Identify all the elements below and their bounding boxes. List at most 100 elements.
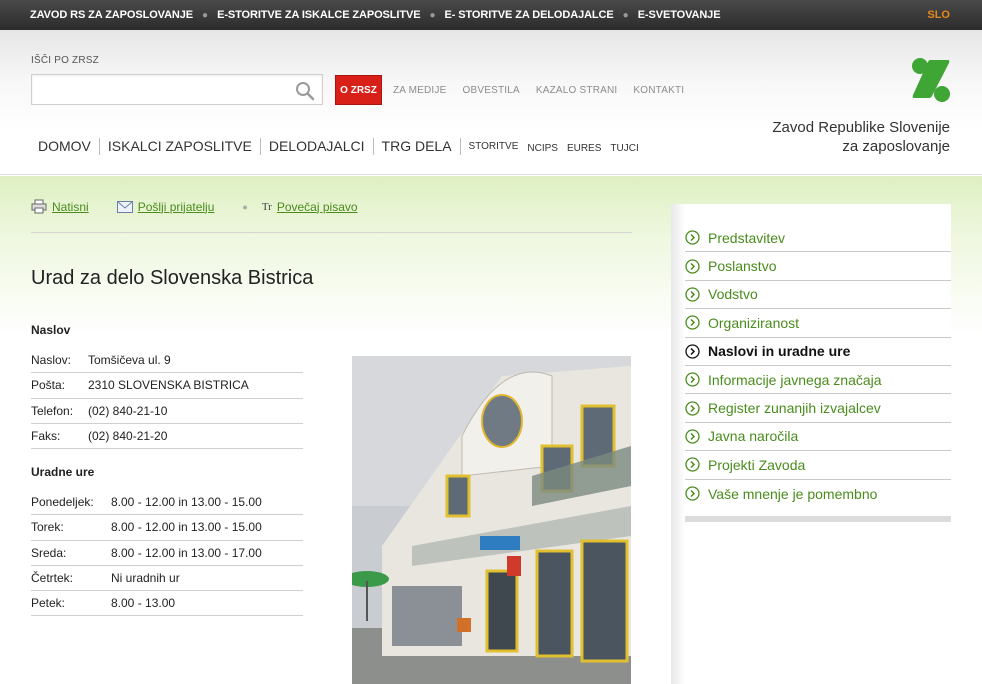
- top-link-zavod[interactable]: ZAVOD RS ZA ZAPOSLOVANJE: [30, 9, 193, 21]
- sidebar-item-label[interactable]: Javna naročila: [708, 428, 798, 444]
- nav-eures[interactable]: EURES: [567, 143, 601, 154]
- sidebar-menu: Predstavitev Poslanstvo Vodstvo Organizi…: [685, 224, 951, 508]
- sidebar-item-label[interactable]: Organiziranost: [708, 315, 799, 331]
- sidebar-item-javna-narocila[interactable]: Javna naročila: [685, 423, 951, 452]
- separator-dot: ●: [202, 9, 209, 21]
- sidebar-footer-bar: [685, 516, 951, 522]
- circle-arrow-icon: [685, 344, 700, 359]
- sidebar-item-predstavitev[interactable]: Predstavitev: [685, 224, 951, 253]
- main-nav: DOMOV ISKALCI ZAPOSLITVE DELODAJALCI TRG…: [38, 138, 639, 155]
- page-title: Urad za delo Slovenska Bistrica: [31, 267, 314, 289]
- sidebar-item-informacije-javnega-znacaja[interactable]: Informacije javnega značaja: [685, 366, 951, 395]
- header-link-za-medije[interactable]: ZA MEDIJE: [393, 85, 446, 96]
- hours-value: 8.00 - 12.00 in 13.00 - 15.00: [111, 495, 262, 510]
- sidebar-item-projekti-zavoda[interactable]: Projekti Zavoda: [685, 451, 951, 480]
- table-row: Pošta: 2310 SLOVENSKA BISTRICA: [31, 373, 303, 399]
- day-label: Četrtek:: [31, 571, 74, 586]
- address-table: Naslov: Tomšičeva ul. 9 Pošta: 2310 SLOVEN…: [31, 348, 303, 450]
- hours-value: 8.00 - 13.00: [111, 596, 176, 611]
- enlarge-font-link[interactable]: Povečaj pisavo: [277, 200, 358, 214]
- circle-arrow-icon: [685, 372, 700, 387]
- printer-icon: [31, 199, 47, 214]
- circle-arrow-icon: [685, 258, 700, 274]
- address-value: Tomšičeva ul. 9: [88, 353, 171, 368]
- nav-delodajalci[interactable]: DELODAJALCI: [259, 138, 373, 155]
- nav-iskalci-zaposlitve[interactable]: ISKALCI ZAPOSLITVE: [98, 138, 260, 155]
- table-row: Faks: (02) 840-21-20: [31, 424, 303, 450]
- address-label: Naslov:: [31, 353, 72, 368]
- separator-dot: ●: [622, 9, 629, 21]
- header-link-kontakti[interactable]: KONTAKTI: [633, 85, 684, 96]
- sidebar-item-label[interactable]: Informacije javnega značaja: [708, 372, 882, 388]
- circle-arrow-icon: [685, 486, 700, 501]
- logo-text-line1: Zavod Republike Slovenije: [772, 119, 950, 136]
- zrsz-logo[interactable]: [910, 56, 952, 104]
- table-row: Petek: 8.00 - 13.00: [31, 591, 303, 617]
- sidebar-item-organiziranost[interactable]: Organiziranost: [685, 309, 951, 338]
- top-links: ZAVOD RS ZA ZAPOSLOVANJE ● E-STORITVE ZA…: [30, 0, 721, 30]
- header-link-obvestila[interactable]: OBVESTILA: [462, 85, 519, 96]
- language-switch[interactable]: SLO: [927, 9, 950, 21]
- sidebar-item-register-zunanjih-izvajalcev[interactable]: Register zunanjih izvajalcev: [685, 394, 951, 423]
- table-row: Telefon: (02) 840-21-10: [31, 399, 303, 424]
- separator-dot: ●: [429, 9, 436, 21]
- nav-trg-dela[interactable]: TRG DELA: [372, 138, 460, 155]
- nav-ncips[interactable]: NCIPS: [527, 143, 558, 154]
- phone-label: Telefon:: [31, 403, 74, 418]
- nav-tujci[interactable]: TUJCI: [610, 143, 638, 154]
- logo-text-line2: za zaposlovanje: [842, 138, 950, 155]
- send-to-friend-link[interactable]: Pošlji prijatelju: [138, 200, 215, 214]
- sidebar-item-label[interactable]: Projekti Zavoda: [708, 457, 805, 473]
- header-links: ZA MEDIJE OBVESTILA KAZALO STRANI KONTAK…: [393, 85, 700, 96]
- sidebar-item-label[interactable]: Register zunanjih izvajalcev: [708, 400, 881, 416]
- send-tool: Pošlji prijatelju: [116, 200, 215, 214]
- sidebar: Predstavitev Poslanstvo Vodstvo Organizi…: [671, 204, 951, 684]
- print-link[interactable]: Natisni: [52, 200, 89, 214]
- table-row: Četrtek: Ni uradnih ur: [31, 566, 303, 592]
- address-heading: Naslov: [31, 323, 71, 337]
- page-tools: Natisni Pošlji prijatelju ● Tr Povečaj p…: [31, 199, 386, 214]
- table-row: Naslov: Tomšičeva ul. 9: [31, 348, 303, 374]
- font-size-tool: Tr Povečaj pisavo: [262, 200, 358, 214]
- o-zrsz-button[interactable]: O ZRSZ: [335, 75, 382, 105]
- text-size-icon: Tr: [261, 200, 272, 213]
- table-row: Torek: 8.00 - 12.00 in 13.00 - 15.00: [31, 515, 303, 541]
- day-label: Torek:: [31, 520, 64, 535]
- circle-arrow-icon: [685, 230, 700, 245]
- top-link-esvetovanje[interactable]: E-SVETOVANJE: [638, 9, 721, 21]
- sidebar-item-poslanstvo[interactable]: Poslanstvo: [685, 252, 951, 281]
- top-bar: ZAVOD RS ZA ZAPOSLOVANJE ● E-STORITVE ZA…: [0, 0, 982, 30]
- circle-arrow-icon: [685, 429, 700, 444]
- nav-storitve[interactable]: STORITVE: [459, 138, 518, 155]
- search-icon[interactable]: [295, 81, 315, 101]
- sidebar-item-naslovi-in-uradne-ure[interactable]: Naslovi in uradne ure: [685, 338, 951, 366]
- phone-value: (02) 840-21-10: [88, 403, 168, 418]
- circle-arrow-icon: [685, 457, 700, 472]
- fax-value: (02) 840-21-20: [88, 429, 168, 444]
- top-link-estoritve-delodajalci[interactable]: E- STORITVE ZA DELODAJALCE: [445, 9, 614, 21]
- top-link-estoritve-iskalci[interactable]: E-STORITVE ZA ISKALCE ZAPOSLITVE: [217, 9, 420, 21]
- sidebar-item-label[interactable]: Predstavitev: [708, 230, 785, 246]
- post-label: Pošta:: [31, 378, 66, 393]
- sidebar-item-vodstvo[interactable]: Vodstvo: [685, 281, 951, 310]
- print-tool: Natisni: [31, 199, 89, 214]
- hours-heading: Uradne ure: [31, 465, 95, 479]
- hours-value: 8.00 - 12.00 in 13.00 - 17.00: [111, 545, 262, 560]
- divider: [31, 232, 632, 233]
- search-input[interactable]: [32, 75, 287, 104]
- table-row: Ponedeljek: 8.00 - 12.00 in 13.00 - 15.00: [31, 490, 303, 516]
- sidebar-item-label[interactable]: Poslanstvo: [708, 258, 776, 274]
- post-value: 2310 SLOVENSKA BISTRICA: [88, 378, 249, 393]
- nav-domov[interactable]: DOMOV: [38, 138, 99, 155]
- circle-arrow-icon: [685, 400, 700, 416]
- fax-label: Faks:: [31, 429, 61, 444]
- circle-arrow-icon: [685, 287, 700, 302]
- sidebar-item-label[interactable]: Naslovi in uradne ure: [708, 343, 850, 359]
- search-label: IŠČI PO ZRSZ: [31, 55, 99, 66]
- circle-arrow-icon: [685, 315, 700, 331]
- header-link-kazalo-strani[interactable]: KAZALO STRANI: [536, 85, 618, 96]
- hours-value: Ni uradnih ur: [111, 571, 180, 586]
- sidebar-item-label[interactable]: Vaše mnenje je pomembno: [708, 486, 877, 502]
- sidebar-item-label[interactable]: Vodstvo: [708, 286, 758, 302]
- sidebar-item-vase-mnenje[interactable]: Vaše mnenje je pomembno: [685, 480, 951, 508]
